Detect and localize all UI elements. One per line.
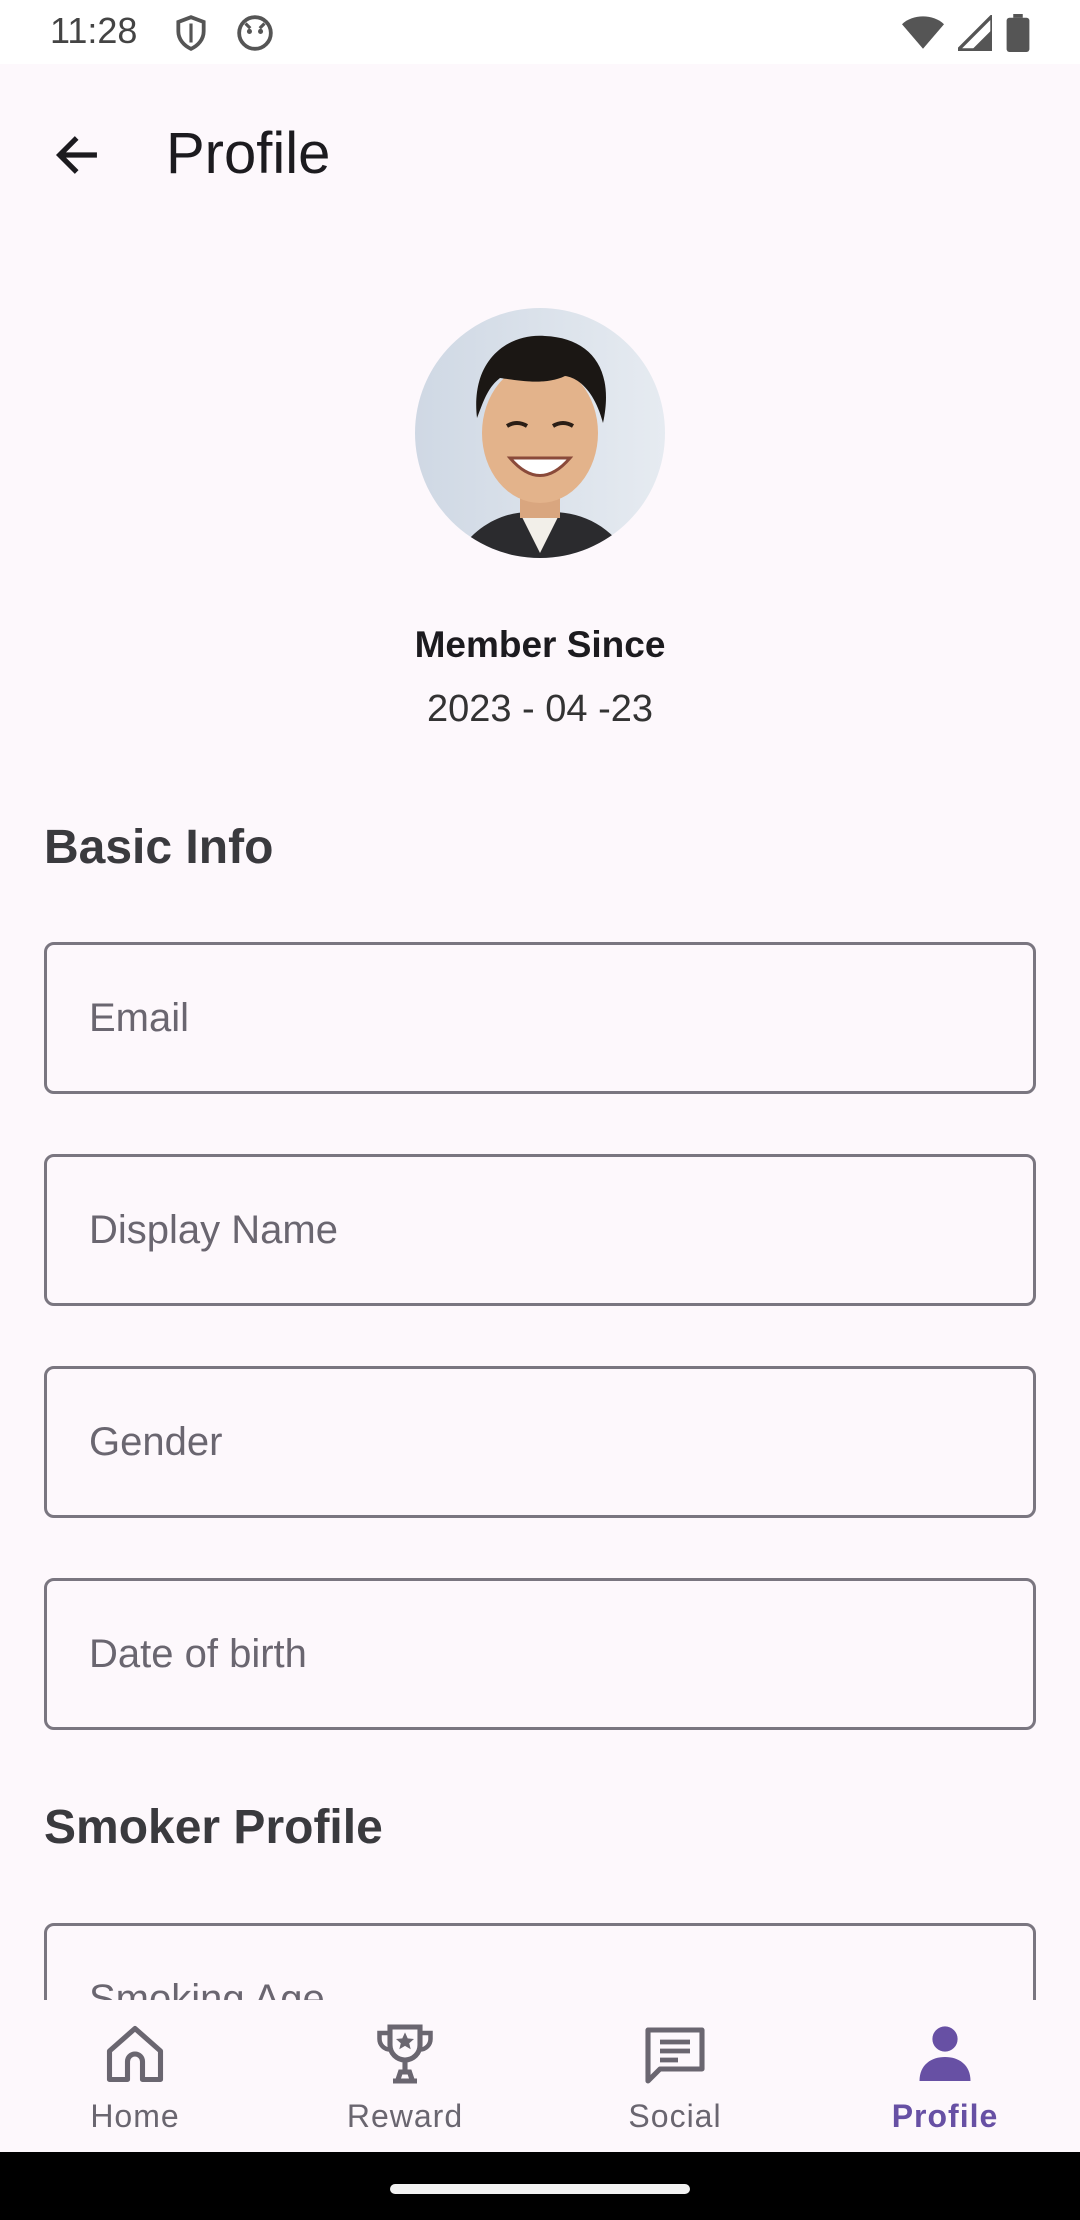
basic-info-title: Basic Info (44, 821, 274, 874)
nav-label-reward: Reward (346, 2098, 464, 2134)
nav-item-profile[interactable]: Profile (810, 2000, 1080, 2152)
system-gesture-bar (0, 2152, 1080, 2220)
smoker-profile-title: Smoker Profile (44, 1801, 383, 1854)
nav-item-home[interactable]: Home (0, 2000, 270, 2152)
profile-avatar[interactable] (415, 308, 665, 558)
nav-item-reward[interactable]: Reward (270, 2000, 540, 2152)
person-icon (909, 2018, 981, 2090)
display-name-field[interactable] (44, 1154, 1036, 1306)
home-gesture-handle[interactable] (390, 2184, 690, 2194)
gender-field[interactable] (44, 1366, 1036, 1518)
profile-screen: 11:28 Profile Member Since 2023 - 04 -23… (0, 0, 1080, 2220)
nav-label-home: Home (90, 2098, 180, 2134)
chat-icon (639, 2018, 711, 2090)
wifi-icon (902, 15, 944, 56)
nav-label-profile: Profile (891, 2098, 999, 2134)
nav-item-social[interactable]: Social (540, 2000, 810, 2152)
member-since-label: Member Since (414, 624, 666, 665)
email-field[interactable] (44, 942, 1036, 1094)
display-name-input[interactable] (47, 1157, 1033, 1303)
arrow-back-icon (51, 129, 103, 186)
member-since-date: 2023 - 04 -23 (426, 688, 654, 730)
nav-label-social: Social (628, 2098, 722, 2134)
page-title: Profile (166, 121, 331, 186)
date-of-birth-field[interactable] (44, 1578, 1036, 1730)
back-button[interactable] (36, 116, 118, 198)
shield-icon (172, 14, 210, 52)
battery-icon (1006, 14, 1030, 57)
home-icon (99, 2018, 171, 2090)
top-app-bar: Profile (0, 64, 1080, 248)
email-input[interactable] (47, 945, 1033, 1091)
gender-input[interactable] (47, 1369, 1033, 1515)
scroll-content[interactable]: 11:28 Profile Member Since 2023 - 04 -23… (0, 0, 1080, 2000)
bottom-navigation: Home Reward Social Profile (0, 2000, 1080, 2152)
date-of-birth-input[interactable] (47, 1581, 1033, 1727)
android-face-icon (236, 14, 274, 52)
status-time: 11:28 (50, 10, 138, 51)
smoking-age-input[interactable] (47, 1926, 1033, 2000)
status-bar: 11:28 (0, 0, 1080, 64)
signal-icon (953, 11, 994, 56)
smoking-age-field[interactable] (44, 1923, 1036, 2000)
status-right-icons (902, 11, 1030, 57)
trophy-icon (369, 2018, 441, 2090)
